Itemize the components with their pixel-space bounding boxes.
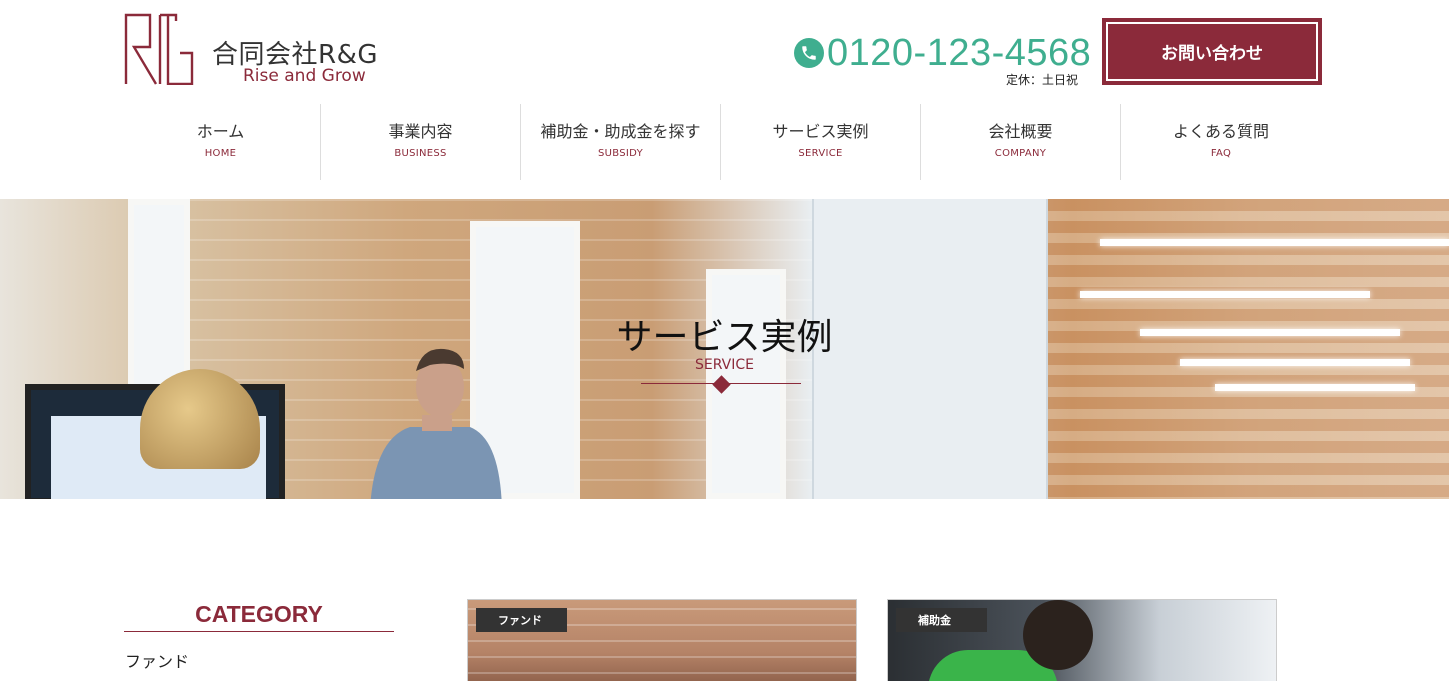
page-subtitle: SERVICE [694, 357, 755, 373]
nav-sublabel: BUSINESS [394, 148, 447, 159]
nav-item-service[interactable]: サービス実例 SERVICE [721, 104, 921, 180]
post-card[interactable]: ファンド [467, 599, 857, 681]
contact-button[interactable]: お問い合わせ [1102, 18, 1322, 85]
nav-sublabel: SUBSIDY [597, 148, 643, 159]
phone-number: 0120-123-4568 [827, 32, 1092, 74]
nav-label: よくある質問 [1172, 122, 1269, 141]
company-logo[interactable] [124, 13, 194, 85]
nav-item-home[interactable]: ホーム HOME [121, 104, 321, 180]
company-tagline: Rise and Grow [243, 66, 366, 86]
nav-label: 補助金・助成金を探す [540, 122, 701, 141]
phone-icon [794, 38, 824, 68]
hero-ceiling-light [1080, 291, 1370, 298]
nav-label: 会社概要 [988, 122, 1053, 141]
nav-sublabel: FAQ [1210, 148, 1232, 159]
category-divider [124, 631, 394, 632]
nav-label: サービス実例 [772, 122, 869, 141]
category-tag: ファンド [476, 608, 567, 632]
main-nav: ホーム HOME 事業内容 BUSINESS 補助金・助成金を探す SUBSID… [121, 104, 1322, 180]
nav-sublabel: SERVICE [798, 148, 843, 159]
hero-ceiling-light [1215, 384, 1415, 391]
nav-sublabel: HOME [204, 148, 237, 159]
site-header: 合同会社R&G Rise and Grow 0120-123-4568 定休：土… [0, 0, 1449, 100]
nav-sublabel: COMPANY [994, 148, 1047, 159]
holiday-note: 定休：土日祝 [1006, 73, 1079, 87]
page-title: サービス実例 [616, 317, 833, 358]
hero-ceiling-light [1100, 239, 1449, 246]
category-item-fund[interactable]: ファンド [125, 648, 189, 672]
nav-item-faq[interactable]: よくある質問 FAQ [1121, 104, 1321, 180]
nav-label: 事業内容 [388, 122, 453, 141]
nav-item-company[interactable]: 会社概要 COMPANY [921, 104, 1121, 180]
nav-item-subsidy[interactable]: 補助金・助成金を探す SUBSIDY [521, 104, 721, 180]
card-thumbnail-person [1023, 600, 1093, 670]
nav-label: ホーム [196, 122, 245, 141]
post-card[interactable]: 補助金 [887, 599, 1277, 681]
category-tag: 補助金 [896, 608, 987, 632]
phone-contact[interactable]: 0120-123-4568 [794, 33, 1091, 73]
category-heading: CATEGORY [195, 601, 323, 627]
nav-item-business[interactable]: 事業内容 BUSINESS [321, 104, 521, 180]
